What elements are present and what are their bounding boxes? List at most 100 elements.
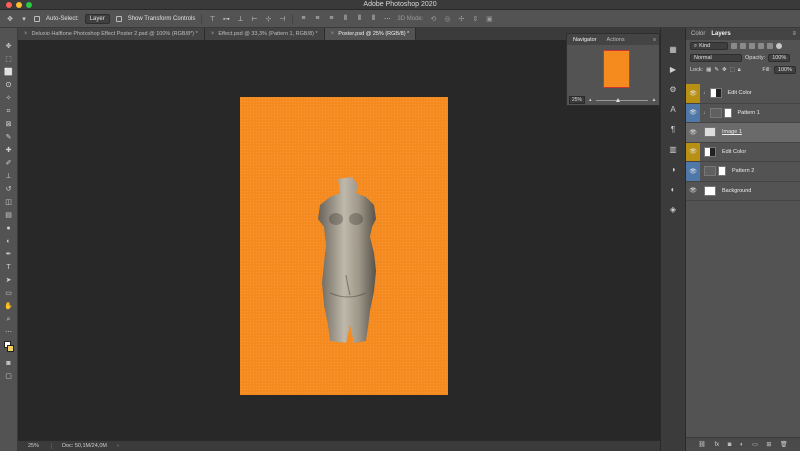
align-left-icon[interactable]: ⊢ <box>250 15 258 23</box>
frame-tool-icon[interactable]: ⊠ <box>3 120 15 129</box>
navigator-zoom-field[interactable]: 25% <box>569 96 586 104</box>
close-tab-icon[interactable]: × <box>331 31 335 37</box>
visibility-eye-icon[interactable]: 👁︎ <box>686 123 700 142</box>
panel-menu-icon[interactable]: ≡ <box>792 31 796 37</box>
path-selection-tool-icon[interactable]: ➤ <box>3 276 15 285</box>
layer-row[interactable]: 👁︎ Background <box>686 182 800 201</box>
filter-toggle-icon[interactable] <box>776 43 782 49</box>
distribute-hcenter-icon[interactable]: ⦀ <box>355 15 363 23</box>
tab-layers[interactable]: Layers <box>711 31 730 37</box>
align-vertical-center-icon[interactable]: ⊶ <box>222 15 230 23</box>
3d-scale-icon[interactable]: ▣ <box>485 15 493 23</box>
play-actions-icon[interactable]: ▶ <box>666 64 680 74</box>
layer-style-icon[interactable]: fx <box>714 442 719 448</box>
eyedropper-tool-icon[interactable]: ✎ <box>3 133 15 142</box>
dodge-tool-icon[interactable]: ◐ <box>3 237 15 246</box>
poster-canvas[interactable] <box>240 97 448 395</box>
add-mask-icon[interactable]: ◙ <box>728 442 732 448</box>
tab-navigator[interactable]: Navigator <box>571 37 599 43</box>
show-transform-checkbox[interactable] <box>115 15 122 22</box>
artboard-tool-icon[interactable]: ⬚ <box>3 55 15 64</box>
lock-artboard-icon[interactable]: ⬚ <box>730 67 735 73</box>
visibility-eye-icon[interactable]: 👁︎ <box>686 182 700 201</box>
filter-adjustment-icon[interactable] <box>740 43 746 49</box>
zoom-slider[interactable] <box>595 97 648 102</box>
lock-transparency-icon[interactable]: ▦ <box>706 67 711 73</box>
distribute-right-icon[interactable]: ⦀ <box>369 15 377 23</box>
doc-tab-effect[interactable]: × Effect.psd @ 33,3% (Pattern 1, RGB/8) … <box>204 28 325 40</box>
styles-panel-icon[interactable]: ◐ <box>666 184 680 194</box>
3d-slide-icon[interactable]: ⇕ <box>471 15 479 23</box>
healing-brush-tool-icon[interactable]: ✚ <box>3 146 15 155</box>
zoom-slider-handle[interactable] <box>615 97 620 102</box>
lock-all-icon[interactable]: 🔒︎ <box>738 67 741 74</box>
lasso-tool-icon[interactable]: ʘ <box>3 81 15 90</box>
more-options-icon[interactable]: ⋯ <box>383 15 391 23</box>
layer-row[interactable]: 👁︎ ↓ Edit Color <box>686 84 800 104</box>
visibility-eye-icon[interactable]: 👁︎ <box>686 162 700 181</box>
canvas-area[interactable] <box>18 40 660 440</box>
distribute-top-icon[interactable]: ≡ <box>299 15 307 23</box>
link-layers-icon[interactable]: ⛓ <box>698 441 706 448</box>
hand-tool-icon[interactable]: ✋ <box>3 302 15 311</box>
more-tools-icon[interactable]: ⋯ <box>3 328 15 337</box>
adjustments-panel-icon[interactable]: ◑ <box>666 164 680 174</box>
screen-mode-icon[interactable]: ▢ <box>3 372 15 381</box>
quick-mask-icon[interactable]: ◙ <box>3 359 15 368</box>
distribute-left-icon[interactable]: ⦀ <box>341 15 349 23</box>
layer-row[interactable]: 👁︎ Image 1 <box>686 123 800 143</box>
doc-tab-deluxio[interactable]: × Deluxio Halftone Photoshop Effect Post… <box>18 28 205 40</box>
pen-tool-icon[interactable]: ✒ <box>3 250 15 259</box>
tool-preset-dropdown-icon[interactable]: ▾ <box>20 15 28 23</box>
clone-stamp-tool-icon[interactable]: ⊥ <box>3 172 15 181</box>
align-right-icon[interactable]: ⊣ <box>278 15 286 23</box>
filter-type-icon[interactable] <box>749 43 755 49</box>
new-adjustment-icon[interactable]: ◐ <box>740 442 744 448</box>
visibility-eye-icon[interactable]: 👁︎ <box>686 142 700 161</box>
zoom-in-icon[interactable]: ▲ <box>652 97 657 103</box>
align-horizontal-center-icon[interactable]: ⊹ <box>264 15 272 23</box>
3d-drag-icon[interactable]: ✢ <box>457 15 465 23</box>
libraries-panel-icon[interactable]: ▥ <box>666 144 680 154</box>
character-panel-icon[interactable]: A <box>666 104 680 114</box>
fill-field[interactable]: 100% <box>773 66 796 74</box>
visibility-eye-icon[interactable]: 👁︎ <box>686 103 700 122</box>
distribute-center-icon[interactable]: ≡ <box>313 15 321 23</box>
magic-wand-tool-icon[interactable]: ✧ <box>3 94 15 103</box>
zoom-tool-icon[interactable]: ⌕ <box>3 315 15 324</box>
status-doc-info[interactable]: Doc: 50,1M/24,0M <box>62 443 107 449</box>
status-menu-icon[interactable]: › <box>117 443 119 449</box>
new-group-icon[interactable]: ▭ <box>752 441 758 448</box>
auto-select-target-select[interactable]: Layer <box>84 13 110 24</box>
lock-pixels-icon[interactable]: ✎ <box>714 67 719 73</box>
3d-roll-icon[interactable]: ◎ <box>443 15 451 23</box>
brush-tool-icon[interactable]: ✐ <box>3 159 15 168</box>
blend-mode-select[interactable]: Normal <box>690 54 742 62</box>
gradient-tool-icon[interactable]: ▤ <box>3 211 15 220</box>
filter-pixel-icon[interactable] <box>731 43 737 49</box>
channels-panel-icon[interactable]: ◈ <box>666 204 680 214</box>
delete-layer-icon[interactable]: 🗑︎ <box>780 441 788 448</box>
layer-row[interactable]: 👁︎ Pattern 2 <box>686 162 800 182</box>
move-tool-icon[interactable]: ✥ <box>3 42 15 51</box>
lock-position-icon[interactable]: ✥ <box>722 67 727 73</box>
color-swatches-icon[interactable] <box>3 341 15 355</box>
tab-actions[interactable]: Actions <box>605 37 627 43</box>
crop-tool-icon[interactable]: ⌗ <box>3 107 15 116</box>
opacity-field[interactable]: 100% <box>768 54 791 62</box>
paragraph-panel-icon[interactable]: ¶ <box>666 124 680 134</box>
zoom-out-icon[interactable]: ▴ <box>589 97 592 103</box>
new-layer-icon[interactable]: ⊞ <box>766 441 771 448</box>
close-tab-icon[interactable]: × <box>24 31 28 37</box>
type-tool-icon[interactable]: T <box>3 263 15 272</box>
layer-row[interactable]: 👁︎ Edit Color <box>686 142 800 162</box>
visibility-eye-icon[interactable]: 👁︎ <box>686 84 700 103</box>
layer-row[interactable]: 👁︎ ↓ Pattern 1 <box>686 103 800 123</box>
doc-tab-poster[interactable]: × Poster.psd @ 25% (RGB/8) * <box>324 28 417 40</box>
auto-select-checkbox[interactable] <box>34 15 40 22</box>
properties-panel-icon[interactable]: ⚙ <box>666 84 680 94</box>
marquee-tool-icon[interactable]: ⬜ <box>3 68 15 77</box>
panel-menu-icon[interactable]: ≡ <box>653 37 656 43</box>
eraser-tool-icon[interactable]: ◫ <box>3 198 15 207</box>
history-brush-tool-icon[interactable]: ↺ <box>3 185 15 194</box>
